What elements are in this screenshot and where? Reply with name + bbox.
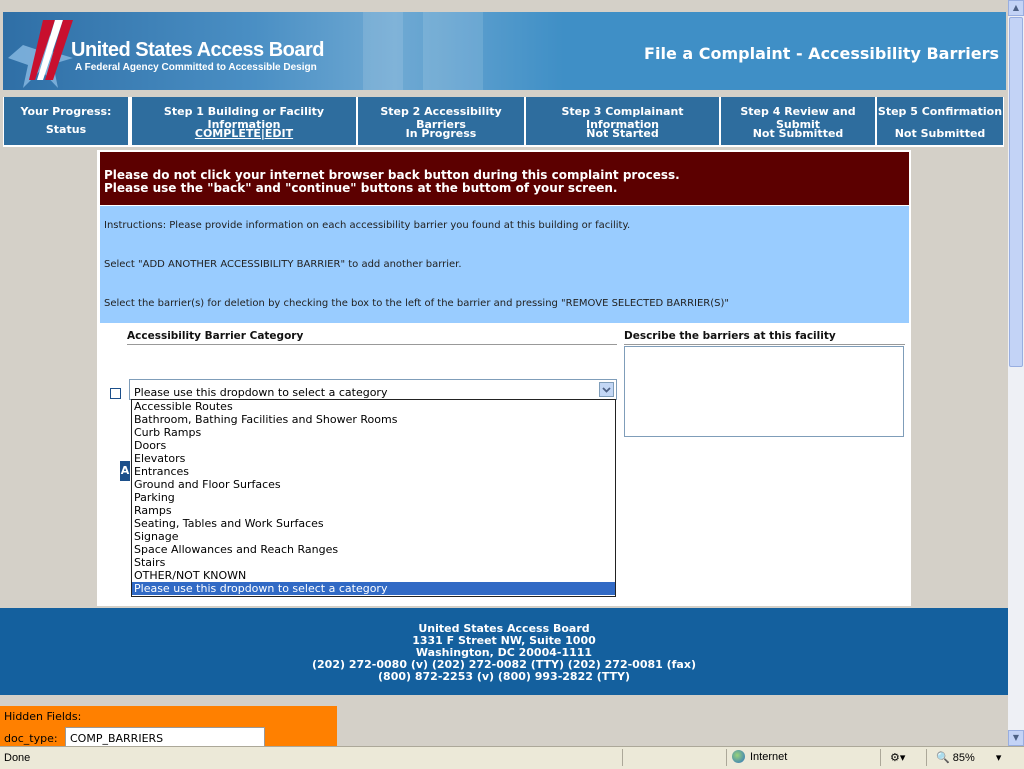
scroll-down-arrow-icon[interactable]: ▼ <box>1008 730 1024 746</box>
step-title: Step 5 Confirmation <box>877 105 1003 118</box>
logo-subtitle: A Federal Agency Committed to Accessible… <box>75 62 317 73</box>
category-option[interactable]: Entrances <box>132 465 615 478</box>
step-status: Not Submitted <box>894 127 986 140</box>
status-divider <box>926 749 927 766</box>
status-divider <box>726 749 727 766</box>
step-1-complete-edit-link[interactable]: COMPLETE|EDIT <box>195 127 293 140</box>
warning-banner: Please do not click your internet browse… <box>100 152 909 205</box>
progress-table: Your Progress: Status Step 1 Building or… <box>3 97 1004 147</box>
progress-step-1: Step 1 Building or Facility Information … <box>132 97 356 145</box>
hidden-fields-panel: Hidden Fields: doc_type: COMP_BARRIERS <box>0 706 337 746</box>
chevron-down-icon[interactable]: ▾ <box>996 752 1002 764</box>
category-column-header: Accessibility Barrier Category <box>127 330 617 345</box>
logo-title[interactable]: United States Access Board <box>71 39 325 62</box>
instructions-text: Select the barrier(s) for deletion by ch… <box>104 298 729 309</box>
vertical-scrollbar[interactable]: ▲ ▼ <box>1008 0 1024 746</box>
protected-mode-icon[interactable]: ⚙▾ <box>890 751 905 764</box>
scroll-up-arrow-icon[interactable]: ▲ <box>1008 0 1024 16</box>
instructions-text: Select "ADD ANOTHER ACCESSIBILITY BARRIE… <box>104 259 462 270</box>
status-divider <box>880 749 881 766</box>
barrier-select-checkbox[interactable] <box>110 388 121 399</box>
select-current-value: Please use this dropdown to select a cat… <box>134 386 388 399</box>
warning-line: Please do not click your internet browse… <box>104 168 680 182</box>
add-barrier-button[interactable]: A <box>120 461 130 481</box>
zone-label: Internet <box>750 750 788 763</box>
site-footer: United States Access Board 1331 F Street… <box>0 608 1008 695</box>
progress-status-label: Status <box>45 123 87 136</box>
doc-type-value: COMP_BARRIERS <box>70 732 164 745</box>
category-option[interactable]: Ground and Floor Surfaces <box>132 478 615 491</box>
progress-step-4: Step 4 Review and Submit Not Submitted <box>721 97 875 145</box>
progress-label-cell: Your Progress: Status <box>4 97 128 145</box>
zoom-level: 85% <box>952 752 975 764</box>
barrier-category-select[interactable]: Please use this dropdown to select a cat… <box>129 379 617 400</box>
category-option[interactable]: Curb Ramps <box>132 426 615 439</box>
status-divider <box>622 749 623 766</box>
progress-step-3: Step 3 Complainant Information Not Start… <box>526 97 719 145</box>
category-option[interactable]: Signage <box>132 530 615 543</box>
describe-column-header: Describe the barriers at this facility <box>624 330 905 345</box>
instructions-text: Instructions: Please provide information… <box>104 220 631 231</box>
footer-phones: (800) 872-2253 (v) (800) 993-2822 (TTY) <box>378 670 630 683</box>
page-heading: File a Complaint - Accessibility Barrier… <box>644 44 999 63</box>
doc-type-input[interactable]: COMP_BARRIERS <box>65 727 265 746</box>
category-option[interactable]: Accessible Routes <box>132 400 615 413</box>
category-option[interactable]: Parking <box>132 491 615 504</box>
step-status: Not Submitted <box>752 127 844 140</box>
instructions-panel: Instructions: Please provide information… <box>100 206 909 323</box>
warning-line: Please use the "back" and "continue" but… <box>104 181 618 195</box>
progress-step-2: Step 2 Accessibility Barriers In Progres… <box>358 97 524 145</box>
step-status: In Progress <box>405 127 477 140</box>
status-text: Done <box>4 752 31 764</box>
category-option[interactable]: Space Allowances and Reach Ranges <box>132 543 615 556</box>
scrollbar-thumb[interactable] <box>1009 17 1023 367</box>
security-zone: Internet <box>732 750 787 763</box>
category-option[interactable]: OTHER/NOT KNOWN <box>132 569 615 582</box>
header-building-shape <box>423 12 483 90</box>
category-dropdown-list[interactable]: Accessible Routes Bathroom, Bathing Facil… <box>131 399 616 597</box>
category-option[interactable]: Elevators <box>132 452 615 465</box>
main-content: Please do not click your internet browse… <box>97 150 911 606</box>
globe-icon <box>732 750 745 763</box>
header-building-shape <box>363 12 403 90</box>
describe-barriers-textarea[interactable] <box>624 346 904 437</box>
category-option[interactable]: Doors <box>132 439 615 452</box>
chevron-down-icon[interactable] <box>599 382 614 397</box>
progress-label: Your Progress: <box>20 105 112 118</box>
category-option[interactable]: Seating, Tables and Work Surfaces <box>132 517 615 530</box>
step-status: Not Started <box>586 127 659 140</box>
zoom-control[interactable]: 🔍 85% ▾ <box>936 751 1001 764</box>
category-option[interactable]: Bathroom, Bathing Facilities and Shower … <box>132 413 615 426</box>
site-header: United States Access Board A Federal Age… <box>3 12 1006 90</box>
hidden-fields-label: Hidden Fields: <box>4 710 82 723</box>
category-option[interactable]: Stairs <box>132 556 615 569</box>
browser-status-bar: Done Internet ⚙▾ 🔍 85% ▾ <box>0 746 1024 769</box>
browser-viewport: United States Access Board A Federal Age… <box>0 0 1008 746</box>
progress-step-5: Step 5 Confirmation Not Submitted <box>877 97 1003 145</box>
category-option[interactable]: Please use this dropdown to select a cat… <box>132 582 615 595</box>
magnifier-icon: 🔍 <box>936 752 950 764</box>
category-option[interactable]: Ramps <box>132 504 615 517</box>
doc-type-label: doc_type: <box>4 732 58 745</box>
